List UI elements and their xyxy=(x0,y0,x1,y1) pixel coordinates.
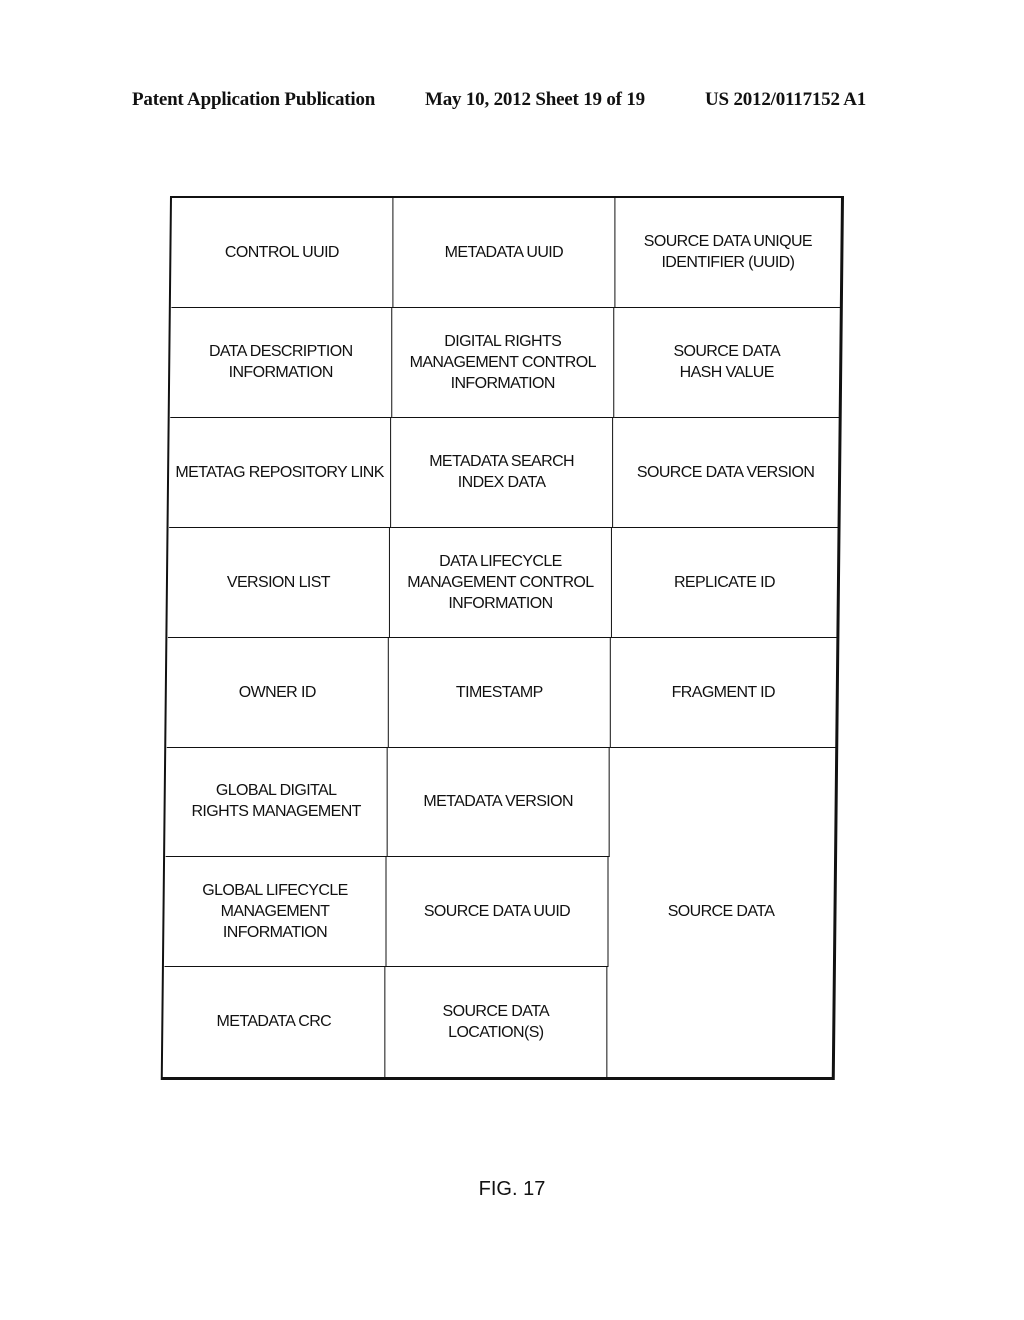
cell-metadata-uuid: METADATA UUID xyxy=(393,198,616,308)
cell-source-data-version: SOURCE DATA VERSION xyxy=(613,417,839,528)
cell-drm-control-information: DIGITAL RIGHTS MANAGEMENT CONTROL INFORM… xyxy=(392,307,615,418)
figure-label: FIG. 17 xyxy=(478,1178,546,1200)
cell-metatag-repository-link: METATAG REPOSITORY LINK xyxy=(169,417,392,528)
cell-control-uuid: CONTROL UUID xyxy=(171,198,394,308)
publication-date-sheet: May 10, 2012 Sheet 19 of 19 xyxy=(425,89,645,110)
publication-number: US 2012/0117152 A1 xyxy=(705,89,867,110)
cell-fragment-id: FRAGMENT ID xyxy=(610,637,836,748)
cell-data-lifecycle-management-control: DATA LIFECYCLE MANAGEMENT CONTROL INFORM… xyxy=(389,527,612,638)
cell-metadata-crc: METADATA CRC xyxy=(163,967,386,1077)
cell-replicate-id: REPLICATE ID xyxy=(611,527,837,638)
cell-data-description-information: DATA DESCRIPTION INFORMATION xyxy=(170,307,393,418)
cell-source-data-uuid: SOURCE DATA UUID xyxy=(386,857,609,968)
cell-source-data-hash-value: SOURCE DATA HASH VALUE xyxy=(614,307,840,418)
cell-source-data: SOURCE DATA xyxy=(667,903,775,921)
cell-timestamp: TIMESTAMP xyxy=(388,637,611,748)
metadata-table: CONTROL UUID METADATA UUID SOURCE DATA U… xyxy=(160,196,844,1080)
cell-global-lifecycle-management-information: GLOBAL LIFECYCLE MANAGEMENT INFORMATION xyxy=(164,857,387,968)
cell-metadata-version: METADATA VERSION xyxy=(387,747,610,858)
cell-metadata-search-index-data: METADATA SEARCH INDEX DATA xyxy=(391,417,614,528)
metadata-structure-figure: CONTROL UUID METADATA UUID SOURCE DATA U… xyxy=(160,196,844,1080)
cell-owner-id: OWNER ID xyxy=(166,637,389,748)
cell-global-digital-rights-management: GLOBAL DIGITAL RIGHTS MANAGEMENT xyxy=(165,747,388,858)
publication-title: Patent Application Publication xyxy=(132,89,376,110)
cell-source-data-unique-identifier: SOURCE DATA UNIQUE IDENTIFIER (UUID) xyxy=(615,198,841,308)
cell-source-data-locations: SOURCE DATA LOCATION(S) xyxy=(385,967,608,1077)
cell-version-list: VERSION LIST xyxy=(167,527,390,638)
